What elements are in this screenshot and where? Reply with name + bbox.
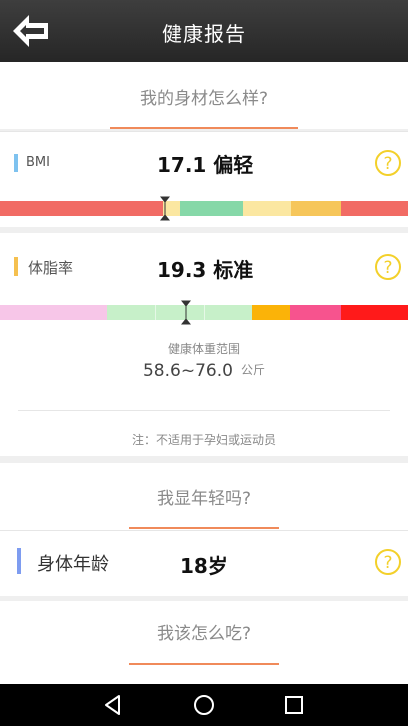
body-age-help-button[interactable]: ? xyxy=(374,548,402,576)
section-underline xyxy=(129,527,279,529)
divider xyxy=(0,131,408,132)
back-triangle-icon xyxy=(105,695,120,715)
question-mark-circle-icon: ? xyxy=(375,549,401,575)
bmi-marker xyxy=(160,196,171,221)
page-title: 健康报告 xyxy=(162,22,246,46)
body-age-label: 身体年龄 xyxy=(37,554,109,575)
divider xyxy=(0,530,408,531)
title-bar: 健康报告 xyxy=(0,0,408,62)
body-age-value: 18岁 xyxy=(180,554,228,578)
body-age-card: 身体年龄 18岁 ? xyxy=(0,530,408,596)
bmi-card: BMI 17.1 偏轻 ? xyxy=(0,131,408,227)
svg-text:?: ? xyxy=(383,154,392,174)
bodyfat-label: 体脂率 xyxy=(28,259,74,277)
bodyfat-card: 体脂率 19.3 标准 ? 健康体重范围 58.6~76.0 公斤 注：不适用于… xyxy=(0,233,408,456)
system-nav-bar xyxy=(0,684,408,726)
bmi-accent-bar xyxy=(14,154,18,172)
scale-segment xyxy=(290,201,342,216)
section-heading-diet: 我该怎么吃? xyxy=(156,624,252,644)
section-heading-body: 我的身材怎么样? xyxy=(139,89,269,109)
screen: 健康报告 我的身材怎么样? BMI 17.1 偏轻 ? 体脂率 19.3 标准 xyxy=(0,0,408,726)
home-circle-icon xyxy=(194,695,214,715)
bodyfat-help-button[interactable]: ? xyxy=(374,253,402,281)
svg-text:?: ? xyxy=(383,553,392,573)
scale-segment xyxy=(179,201,244,216)
bodyfat-value: 19.3 标准 xyxy=(157,258,254,282)
weight-unit: 公斤 xyxy=(241,363,266,377)
scale-segment xyxy=(251,305,291,320)
scale-gridline xyxy=(155,305,157,320)
bmi-scale-bar xyxy=(0,201,408,216)
section-heading-age: 我显年轻吗? xyxy=(156,489,252,509)
scale-segment xyxy=(340,305,408,320)
svg-text:?: ? xyxy=(383,258,392,278)
recents-square-icon xyxy=(285,696,303,714)
bodyfat-scale-bar xyxy=(0,305,408,320)
weight-range-value: 58.6~76.0 xyxy=(142,361,233,381)
bodyfat-marker xyxy=(181,300,192,325)
nav-home-button[interactable] xyxy=(191,692,217,718)
scale-segment xyxy=(0,305,108,320)
weight-range-label: 健康体重范围 xyxy=(167,342,240,356)
question-mark-circle-icon: ? xyxy=(375,254,401,280)
scale-segment xyxy=(340,201,408,216)
section-underline xyxy=(110,127,298,129)
bodyfat-accent-bar xyxy=(14,257,18,276)
disclaimer-note: 注：不适用于孕妇或运动员 xyxy=(131,433,276,447)
section-header-age: 我显年轻吗? xyxy=(0,463,408,530)
section-header-body: 我的身材怎么样? xyxy=(0,62,408,129)
scale-gridline xyxy=(204,305,205,320)
body-age-accent-bar xyxy=(17,548,21,574)
scale-segment xyxy=(289,305,342,320)
divider xyxy=(18,410,390,411)
scale-segment xyxy=(0,201,164,216)
nav-recents-button[interactable] xyxy=(281,692,307,718)
scale-segment xyxy=(106,305,253,320)
weight-range: 58.6~76.0 公斤 xyxy=(0,361,408,381)
nav-back-button[interactable] xyxy=(100,692,126,718)
bmi-value: 17.1 偏轻 xyxy=(157,153,254,177)
question-mark-circle-icon: ? xyxy=(375,150,401,176)
section-header-diet: 我该怎么吃? xyxy=(0,601,408,684)
scale-segment xyxy=(242,201,292,216)
bmi-help-button[interactable]: ? xyxy=(374,149,402,177)
section-underline xyxy=(129,663,279,665)
bmi-label: BMI xyxy=(26,155,50,170)
